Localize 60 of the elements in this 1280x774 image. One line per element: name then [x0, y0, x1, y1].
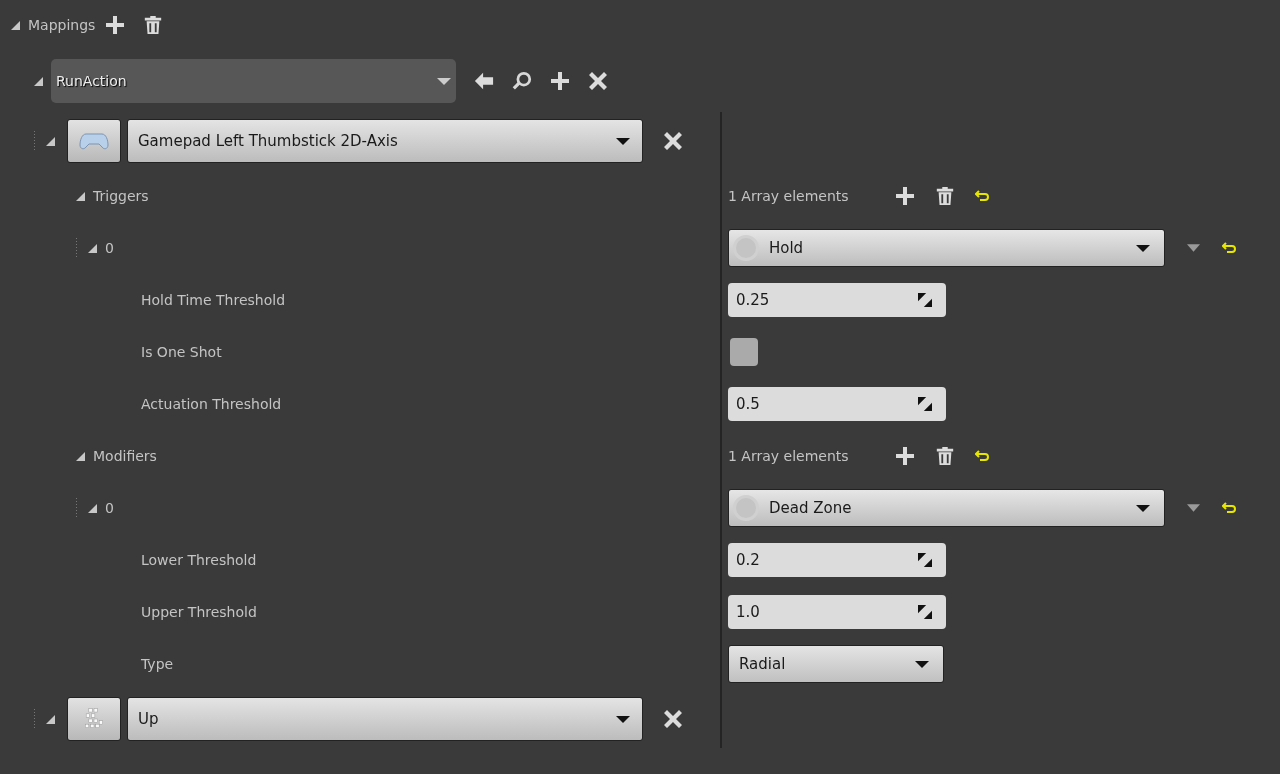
checkbox[interactable]: [730, 338, 758, 366]
expander-icon[interactable]: [45, 136, 55, 146]
trash-icon[interactable]: [934, 186, 955, 206]
element-index: 0: [105, 500, 114, 516]
type-dropdown[interactable]: Radial: [728, 645, 944, 683]
caret-icon[interactable]: [1187, 244, 1200, 252]
key-picker-button[interactable]: [67, 119, 121, 163]
property-label: Modifiers: [93, 448, 157, 464]
caret-icon[interactable]: [1187, 504, 1200, 512]
add-icon[interactable]: [894, 186, 915, 206]
add-icon[interactable]: [894, 446, 915, 466]
expander-icon[interactable]: [75, 451, 85, 461]
number-field[interactable]: 0.2: [728, 543, 946, 577]
property-label: Triggers: [93, 188, 149, 204]
number-field[interactable]: 1.0: [728, 595, 946, 629]
key-dropdown[interactable]: Up: [127, 697, 643, 741]
reset-arrow-icon[interactable]: [974, 190, 989, 202]
key-picker-button[interactable]: [67, 697, 121, 741]
property-label: Upper Threshold: [141, 604, 257, 620]
drag-arrows-icon[interactable]: [918, 553, 932, 567]
search-icon[interactable]: [512, 71, 532, 91]
drag-handle[interactable]: [33, 708, 37, 730]
class-dropdown[interactable]: Dead Zone: [728, 489, 1165, 527]
expander-icon[interactable]: [87, 243, 97, 253]
number-field[interactable]: 0.5: [728, 387, 946, 421]
expander-icon[interactable]: [33, 76, 43, 86]
element-index: 0: [105, 240, 114, 256]
drag-handle[interactable]: [75, 237, 79, 259]
number-field[interactable]: 0.25: [728, 283, 946, 317]
reset-arrow-icon[interactable]: [1222, 242, 1236, 254]
add-icon[interactable]: [550, 71, 570, 91]
reset-arrow-icon[interactable]: [1222, 502, 1236, 514]
drag-arrows-icon[interactable]: [918, 397, 932, 411]
expander-icon[interactable]: [87, 503, 97, 513]
class-dropdown[interactable]: Hold: [728, 229, 1165, 267]
close-icon[interactable]: [663, 709, 683, 729]
key-dropdown[interactable]: Gamepad Left Thumbstick 2D-Axis: [127, 119, 643, 163]
drag-arrows-icon[interactable]: [918, 293, 932, 307]
trash-icon[interactable]: [934, 446, 955, 466]
add-icon[interactable]: [105, 15, 126, 35]
drag-arrows-icon[interactable]: [918, 605, 932, 619]
property-label: Lower Threshold: [141, 552, 257, 568]
close-icon[interactable]: [588, 71, 608, 91]
property-label: Type: [141, 656, 174, 672]
section-title: Mappings: [28, 17, 96, 33]
property-label: Is One Shot: [141, 344, 222, 360]
array-count: 1 Array elements: [728, 448, 849, 464]
array-count: 1 Array elements: [728, 188, 849, 204]
reset-arrow-icon[interactable]: [974, 450, 989, 462]
property-label: Actuation Threshold: [141, 396, 282, 412]
drag-handle[interactable]: [75, 497, 79, 519]
back-arrow-icon[interactable]: [474, 71, 494, 91]
trash-icon[interactable]: [143, 15, 164, 35]
action-dropdown[interactable]: RunAction: [51, 59, 456, 103]
property-label: Hold Time Threshold: [141, 292, 286, 308]
expander-icon[interactable]: [75, 191, 85, 201]
drag-handle[interactable]: [33, 130, 37, 152]
expander-icon[interactable]: [10, 20, 20, 30]
expander-icon[interactable]: [45, 714, 55, 724]
close-icon[interactable]: [663, 131, 683, 151]
